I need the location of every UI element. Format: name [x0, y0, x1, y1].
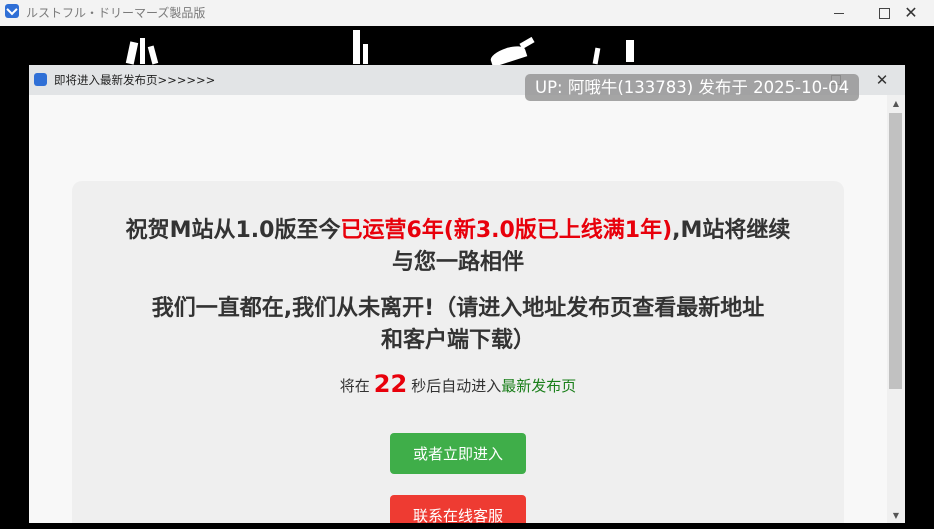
release-page-link[interactable]: 最新发布页	[501, 377, 576, 395]
enter-now-button[interactable]: 或者立即进入	[390, 433, 526, 474]
minimize-icon	[834, 12, 844, 14]
notice-heading: 我们一直都在,我们从未离开!（请进入地址发布页查看最新地址 和客户端下载）	[72, 293, 844, 357]
countdown-seconds: 22	[373, 370, 408, 398]
minimize-button[interactable]	[816, 0, 862, 26]
scroll-down-icon[interactable]: ▼	[887, 507, 905, 523]
congrats-text-2: ,M站将继续	[672, 218, 791, 243]
congrats-highlight: 已运营6年(新3.0版已上线满1年)	[340, 218, 673, 243]
uploader-badge: UP: 阿哦牛(133783) 发布于 2025-10-04	[525, 74, 860, 101]
app-icon	[5, 4, 19, 18]
countdown-text: 将在 22 秒后自动进入最新发布页	[72, 369, 844, 398]
countdown-prefix: 将在	[339, 377, 370, 395]
outer-window-title: ルストフル・ドリーマーズ製品版	[26, 6, 206, 20]
dialog-content: 祝贺M站从1.0版至今已运营6年(新3.0版已上线满1年),M站将继续 与您一路…	[29, 95, 887, 523]
countdown-suffix: 秒后自动进入	[411, 377, 502, 395]
vertical-scrollbar[interactable]: ▲ ▼	[887, 95, 905, 523]
app-icon	[34, 73, 47, 86]
close-button[interactable]: ✕	[888, 0, 934, 26]
congrats-heading: 祝贺M站从1.0版至今已运营6年(新3.0版已上线满1年),M站将继续 与您一路…	[72, 215, 844, 279]
dialog-close-button[interactable]: ✕	[871, 67, 893, 93]
congrats-text-1: 祝贺M站从1.0版至今	[125, 218, 341, 243]
notice-line-2: 和客户端下载）	[380, 328, 535, 353]
close-icon: ✕	[875, 71, 889, 89]
notice-line-1: 我们一直都在,我们从未离开!（请进入地址发布页查看最新地址	[151, 296, 765, 321]
scroll-thumb[interactable]	[889, 113, 902, 389]
redirect-dialog: 即将进入最新发布页>>>>>> ✕ 祝贺M站从1.0版至今已运营6年(新3.0版…	[29, 65, 905, 523]
close-icon: ✕	[904, 3, 918, 22]
congrats-text-3: 与您一路相伴	[391, 250, 524, 275]
scroll-up-icon[interactable]: ▲	[887, 95, 905, 111]
announcement-card: 祝贺M站从1.0版至今已运营6年(新3.0版已上线满1年),M站将继续 与您一路…	[72, 181, 844, 523]
outer-titlebar: ルストフル・ドリーマーズ製品版 ✕	[0, 0, 934, 26]
online-service-button[interactable]: 联系在线客服	[390, 495, 526, 523]
dialog-title: 即将进入最新发布页>>>>>>	[54, 73, 216, 87]
